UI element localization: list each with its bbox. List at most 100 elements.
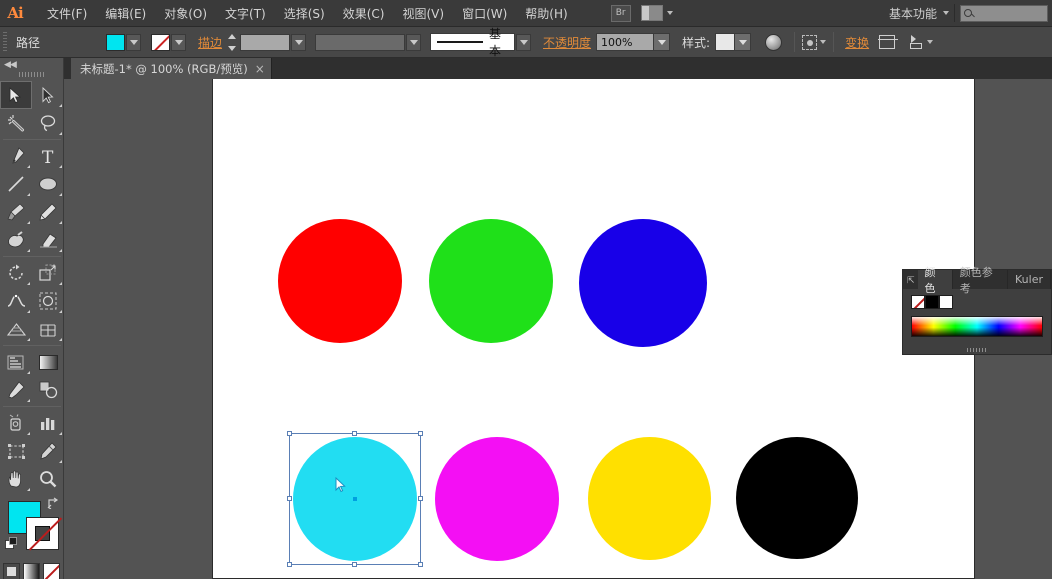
brush-definition-control[interactable]: 基本: [430, 33, 515, 51]
stroke-label[interactable]: 描边: [198, 34, 222, 51]
shape-builder-tool[interactable]: [32, 287, 64, 315]
stroke-color-control[interactable]: [151, 34, 186, 51]
menu-effect[interactable]: 效果(C): [334, 1, 394, 26]
menu-type[interactable]: 文字(T): [216, 1, 275, 26]
magic-wand-tool[interactable]: [0, 109, 32, 137]
direct-selection-tool[interactable]: [32, 81, 64, 109]
select-similar-objects-button[interactable]: [802, 35, 826, 50]
stroke-swatch-none[interactable]: [151, 34, 170, 51]
menu-file[interactable]: 文件(F): [38, 1, 96, 26]
circle-blue[interactable]: [579, 219, 707, 347]
graphic-style-swatch[interactable]: [715, 33, 735, 51]
swatch-black[interactable]: [925, 295, 939, 309]
panel-resize-grip[interactable]: [967, 348, 987, 352]
hand-tool[interactable]: [0, 465, 32, 493]
type-tool[interactable]: T: [32, 142, 64, 170]
brush-definition-dropdown-icon[interactable]: [516, 34, 531, 51]
opacity-input[interactable]: 100%: [596, 33, 654, 51]
fill-color-control[interactable]: [106, 34, 141, 51]
gradient-tool[interactable]: [0, 348, 32, 376]
gradient-mode-button[interactable]: [23, 563, 40, 579]
rotate-tool[interactable]: [0, 259, 32, 287]
stroke-weight-input[interactable]: [240, 34, 290, 51]
arrange-button[interactable]: [909, 35, 933, 49]
collapse-panel-icon[interactable]: ◀◀: [0, 58, 63, 70]
selection-handle-se[interactable]: [418, 562, 423, 567]
width-profile-input[interactable]: [315, 34, 405, 51]
zoom-tool[interactable]: [32, 465, 64, 493]
fill-swatch[interactable]: [106, 34, 125, 51]
scale-tool[interactable]: [32, 259, 64, 287]
pencil-tool[interactable]: [32, 198, 64, 226]
br-icon[interactable]: Br: [611, 5, 631, 22]
perspective-grid-tool[interactable]: [0, 315, 32, 343]
selection-handle-sw[interactable]: [287, 562, 292, 567]
circle-magenta[interactable]: [435, 437, 559, 561]
artboard-canvas[interactable]: [212, 79, 975, 579]
paintbrush-tool[interactable]: [0, 198, 32, 226]
tools-panel-grip[interactable]: [19, 72, 45, 77]
lasso-tool[interactable]: [32, 109, 64, 137]
workspace-switcher[interactable]: 基本功能: [889, 5, 949, 22]
blend-tool[interactable]: [32, 376, 64, 404]
tab-color[interactable]: 颜色: [918, 270, 953, 289]
selection-handle-nw[interactable]: [287, 431, 292, 436]
panel-grip-icon[interactable]: ⇱: [903, 276, 918, 289]
graphic-style-dropdown-icon[interactable]: [734, 33, 751, 51]
selection-handle-w[interactable]: [287, 496, 292, 501]
menu-view[interactable]: 视图(V): [393, 1, 453, 26]
menu-edit[interactable]: 编辑(E): [96, 1, 155, 26]
artboard-tool[interactable]: [0, 437, 32, 465]
menu-window[interactable]: 窗口(W): [453, 1, 516, 26]
selection-handle-n[interactable]: [352, 431, 357, 436]
tab-kuler[interactable]: Kuler: [1008, 270, 1051, 289]
column-graph-tool[interactable]: [32, 409, 64, 437]
menu-help[interactable]: 帮助(H): [516, 1, 576, 26]
none-mode-button[interactable]: [43, 563, 60, 579]
align-icon[interactable]: [879, 35, 895, 49]
swap-fill-stroke-icon[interactable]: [47, 497, 59, 509]
gradient-swatch-tool[interactable]: [32, 348, 64, 376]
circle-yellow[interactable]: [588, 437, 711, 560]
transform-label[interactable]: 变换: [845, 34, 869, 51]
menu-object[interactable]: 对象(O): [155, 1, 216, 26]
color-mode-button[interactable]: [3, 563, 20, 579]
eyedropper-tool[interactable]: [0, 376, 32, 404]
opacity-label[interactable]: 不透明度: [543, 34, 591, 51]
blob-brush-tool[interactable]: [0, 226, 32, 254]
menu-select[interactable]: 选择(S): [275, 1, 334, 26]
eraser-tool[interactable]: [32, 226, 64, 254]
selection-handle-s[interactable]: [352, 562, 357, 567]
tab-color-guide[interactable]: 颜色参考: [953, 270, 1008, 289]
color-spectrum-ramp[interactable]: [911, 316, 1043, 337]
default-fill-stroke-icon[interactable]: [5, 537, 18, 550]
ellipse-tool[interactable]: [32, 170, 64, 198]
mesh-tool[interactable]: [32, 315, 64, 343]
slice-tool[interactable]: [32, 437, 64, 465]
line-segment-tool[interactable]: [0, 170, 32, 198]
symbol-sprayer-tool[interactable]: [0, 409, 32, 437]
document-tab[interactable]: 未标题-1* @ 100% (RGB/预览) ×: [71, 58, 272, 79]
arrange-documents-icon[interactable]: [641, 5, 673, 21]
recolor-artwork-icon[interactable]: [765, 34, 782, 51]
stroke-weight-dropdown-icon[interactable]: [291, 34, 306, 51]
circle-red[interactable]: [278, 219, 402, 343]
selection-handle-ne[interactable]: [418, 431, 423, 436]
swatch-none[interactable]: [911, 295, 925, 309]
circle-green[interactable]: [429, 219, 553, 343]
circle-black[interactable]: [736, 437, 858, 559]
stroke-weight-stepper[interactable]: [228, 34, 239, 51]
close-icon[interactable]: ×: [255, 63, 265, 75]
width-tool[interactable]: [0, 287, 32, 315]
selection-bounding-box[interactable]: [289, 433, 421, 565]
control-bar-grip[interactable]: [3, 32, 7, 52]
stroke-dropdown-icon[interactable]: [171, 34, 186, 51]
width-profile-dropdown-icon[interactable]: [406, 34, 421, 51]
search-input[interactable]: [960, 5, 1048, 22]
selection-tool[interactable]: [0, 81, 32, 109]
fill-dropdown-icon[interactable]: [126, 34, 141, 51]
opacity-dropdown-icon[interactable]: [653, 33, 670, 51]
swatch-white[interactable]: [939, 295, 953, 309]
pen-tool[interactable]: [0, 142, 32, 170]
selection-handle-e[interactable]: [418, 496, 423, 501]
